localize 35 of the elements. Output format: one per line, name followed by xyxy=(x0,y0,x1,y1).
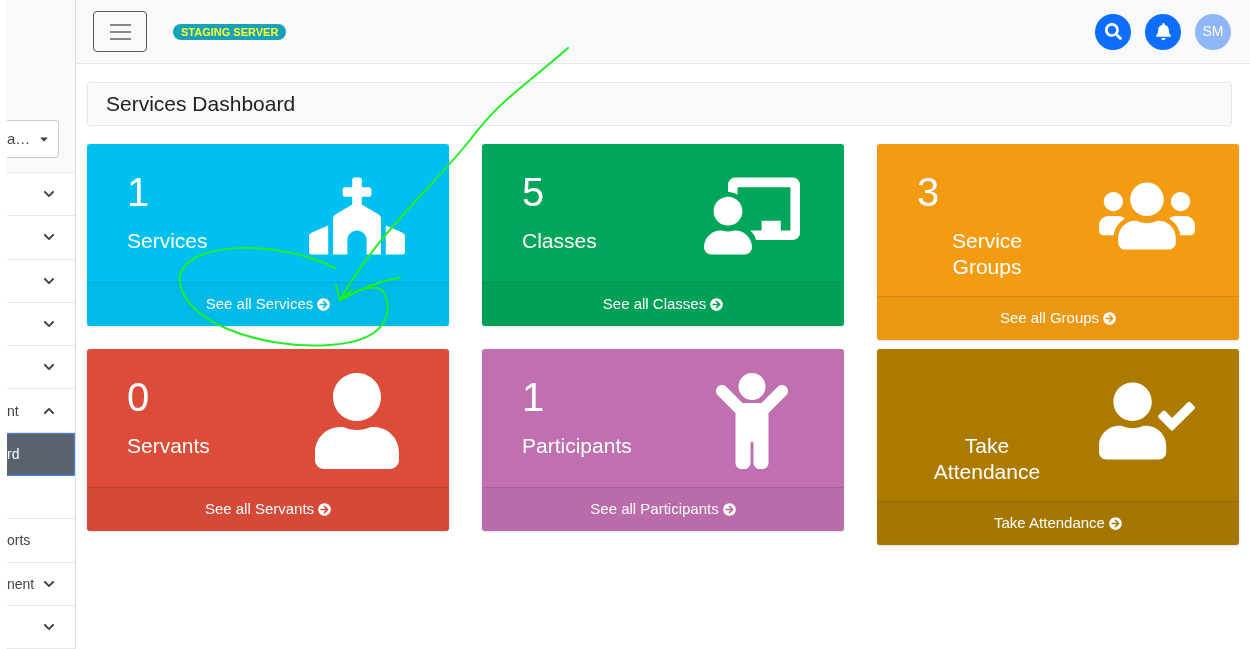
menu-button[interactable] xyxy=(93,11,147,52)
stat-count: 1 xyxy=(522,377,545,417)
stat-title: Classes xyxy=(522,228,597,254)
arrow-circle-right-icon xyxy=(318,503,332,516)
stat-title: Participants xyxy=(522,433,632,459)
notifications-button[interactable] xyxy=(1145,13,1181,50)
stat-count: 0 xyxy=(127,377,150,417)
arrow-circle-right-icon xyxy=(1103,312,1117,325)
stat-title: Services xyxy=(127,228,208,254)
stat-count: 1 xyxy=(127,172,150,212)
card-footer-link[interactable]: See all Servants xyxy=(204,498,332,521)
arrow-circle-right-icon xyxy=(1108,517,1122,530)
stat-count: 3 xyxy=(917,172,940,212)
search-icon xyxy=(1104,23,1122,40)
sidebar-item[interactable]: nt xyxy=(7,389,75,433)
stat-count: 5 xyxy=(522,172,545,212)
card-footer-link[interactable]: See all Classes xyxy=(602,293,724,316)
stat-title: Servants xyxy=(127,433,210,459)
chevron-down-icon xyxy=(43,318,55,330)
card-footer-link[interactable]: See all Groups xyxy=(999,307,1117,330)
server-badge: STAGING SERVER xyxy=(173,23,287,40)
sidebar-item[interactable]: orts xyxy=(7,519,75,563)
search-button[interactable] xyxy=(1095,13,1131,50)
stat-title: Take Attendance xyxy=(932,433,1042,485)
page-title: Services Dashboard xyxy=(106,91,296,118)
stat-title: Service Groups xyxy=(951,228,1023,280)
bell-icon xyxy=(1154,23,1172,40)
sidebar-item[interactable]: nent xyxy=(7,562,75,606)
sidebar-item[interactable]: rd xyxy=(7,432,75,476)
arrow-circle-right-icon xyxy=(722,503,736,516)
select-field[interactable]: a… xyxy=(7,120,59,158)
card-footer-link[interactable]: Take Attendance xyxy=(994,512,1122,535)
card-footer-link[interactable]: See all Services xyxy=(205,293,331,316)
arrow-circle-right-icon xyxy=(317,298,331,311)
arrow-circle-right-icon xyxy=(710,298,724,311)
